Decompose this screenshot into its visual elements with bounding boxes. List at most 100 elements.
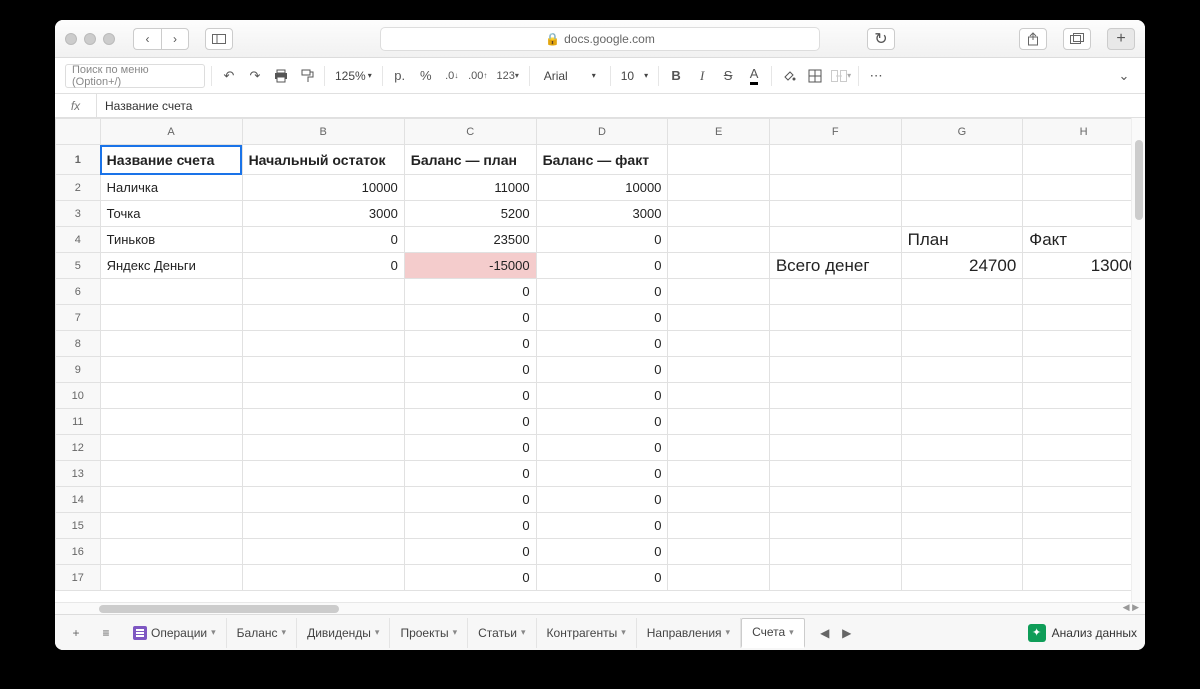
cell[interactable]: Баланс — план — [404, 145, 536, 175]
cell[interactable]: 0 — [404, 279, 536, 305]
all-sheets-button[interactable]: ≡ — [93, 620, 119, 646]
row-header[interactable]: 13 — [56, 461, 101, 487]
share-icon[interactable] — [1019, 28, 1047, 50]
tab-next-button[interactable]: ▶ — [837, 626, 857, 640]
cell[interactable] — [1023, 435, 1145, 461]
cell[interactable]: 13000 — [1023, 253, 1145, 279]
cell[interactable] — [769, 279, 901, 305]
cell[interactable]: Наличка — [100, 175, 242, 201]
row-header[interactable]: 14 — [56, 487, 101, 513]
font-size-select[interactable]: 10▾ — [617, 69, 652, 83]
cell[interactable] — [100, 409, 242, 435]
cell[interactable] — [901, 279, 1023, 305]
cell[interactable] — [1023, 539, 1145, 565]
cell[interactable]: 0 — [536, 305, 668, 331]
strike-button[interactable]: S — [717, 64, 739, 88]
cell[interactable] — [1023, 461, 1145, 487]
cell[interactable]: 0 — [404, 435, 536, 461]
cell[interactable] — [769, 461, 901, 487]
row-header[interactable]: 3 — [56, 201, 101, 227]
borders-button[interactable] — [804, 64, 826, 88]
cell[interactable]: План — [901, 227, 1023, 253]
cell[interactable]: Точка — [100, 201, 242, 227]
cell[interactable] — [769, 409, 901, 435]
cell[interactable]: Название счета — [100, 145, 242, 175]
row-header[interactable]: 6 — [56, 279, 101, 305]
cell[interactable]: 24700 — [901, 253, 1023, 279]
cell[interactable]: 0 — [242, 227, 404, 253]
cell[interactable] — [901, 201, 1023, 227]
cell[interactable] — [769, 539, 901, 565]
cell[interactable] — [901, 539, 1023, 565]
cell[interactable] — [901, 435, 1023, 461]
cell[interactable] — [901, 487, 1023, 513]
cell[interactable] — [242, 487, 404, 513]
minimize-icon[interactable] — [84, 33, 96, 45]
row-header[interactable]: 12 — [56, 435, 101, 461]
cell[interactable] — [1023, 145, 1145, 175]
cell[interactable]: 0 — [536, 331, 668, 357]
cell[interactable] — [242, 279, 404, 305]
currency-button[interactable]: р. — [389, 64, 411, 88]
cell[interactable] — [100, 357, 242, 383]
cell[interactable]: 0 — [536, 487, 668, 513]
cell[interactable] — [901, 175, 1023, 201]
sidebar-toggle-icon[interactable] — [205, 28, 233, 50]
cell[interactable]: 0 — [536, 435, 668, 461]
cell[interactable] — [769, 305, 901, 331]
cell[interactable] — [100, 461, 242, 487]
sheet-tab-Статьи[interactable]: Статьи▾ — [468, 618, 536, 648]
cell[interactable] — [769, 513, 901, 539]
back-button[interactable]: ‹ — [133, 28, 161, 50]
cell[interactable] — [1023, 487, 1145, 513]
cell[interactable]: 0 — [404, 305, 536, 331]
zoom-icon[interactable] — [103, 33, 115, 45]
cell[interactable]: 0 — [404, 331, 536, 357]
cell[interactable] — [668, 227, 769, 253]
cell[interactable] — [901, 513, 1023, 539]
cell[interactable] — [901, 331, 1023, 357]
cell[interactable]: 0 — [536, 539, 668, 565]
cell[interactable] — [100, 331, 242, 357]
cell[interactable] — [242, 513, 404, 539]
cell[interactable] — [100, 435, 242, 461]
row-header[interactable]: 10 — [56, 383, 101, 409]
cell[interactable]: 0 — [404, 513, 536, 539]
cell[interactable]: Начальный остаток — [242, 145, 404, 175]
cell[interactable] — [769, 331, 901, 357]
cell[interactable] — [100, 487, 242, 513]
text-color-button[interactable]: A — [743, 64, 765, 88]
forward-button[interactable]: › — [161, 28, 189, 50]
cell[interactable]: 0 — [536, 565, 668, 591]
col-header-G[interactable]: G — [901, 119, 1023, 145]
explore-button[interactable]: ✦ Анализ данных — [1028, 624, 1137, 642]
cell[interactable] — [242, 461, 404, 487]
cell[interactable]: Тиньков — [100, 227, 242, 253]
paint-format-button[interactable] — [296, 64, 318, 88]
sheet-tab-Счета[interactable]: Счета▾ — [741, 618, 805, 648]
col-header-B[interactable]: B — [242, 119, 404, 145]
vertical-scrollbar[interactable] — [1131, 118, 1145, 602]
cell[interactable] — [1023, 305, 1145, 331]
row-header[interactable]: 17 — [56, 565, 101, 591]
sheet-tab-Контрагенты[interactable]: Контрагенты▾ — [537, 618, 637, 648]
cell[interactable]: 0 — [536, 513, 668, 539]
cell[interactable] — [242, 435, 404, 461]
cell[interactable] — [668, 539, 769, 565]
cell[interactable]: 11000 — [404, 175, 536, 201]
tabs-icon[interactable] — [1063, 28, 1091, 50]
cell[interactable]: 0 — [536, 383, 668, 409]
cell[interactable] — [769, 487, 901, 513]
sheet-tab-Дивиденды[interactable]: Дивиденды▾ — [297, 618, 390, 648]
cell[interactable] — [100, 513, 242, 539]
cell[interactable] — [668, 331, 769, 357]
cell[interactable] — [901, 145, 1023, 175]
cell[interactable]: 3000 — [536, 201, 668, 227]
cell[interactable] — [242, 565, 404, 591]
cell[interactable] — [901, 357, 1023, 383]
cell[interactable]: 0 — [242, 253, 404, 279]
cell[interactable]: -15000 — [404, 253, 536, 279]
percent-button[interactable]: % — [415, 64, 437, 88]
cell[interactable] — [668, 201, 769, 227]
cell[interactable] — [668, 513, 769, 539]
